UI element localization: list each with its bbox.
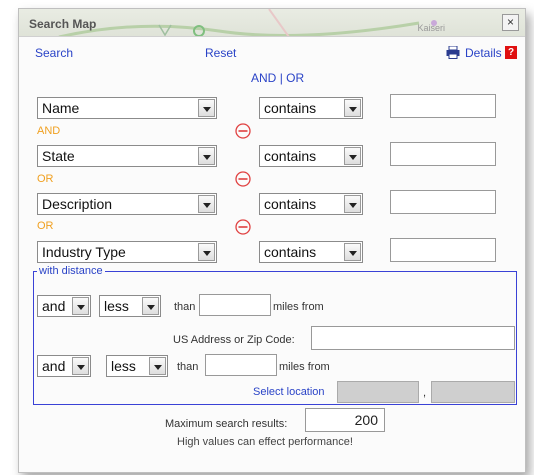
chevron-down-icon bbox=[149, 357, 166, 375]
field-select-2[interactable]: State bbox=[37, 145, 217, 167]
remove-criteria-icon[interactable] bbox=[235, 171, 251, 187]
or-toggle-link[interactable]: OR bbox=[286, 71, 304, 85]
reset-link[interactable]: Reset bbox=[205, 46, 236, 60]
remove-criteria-icon[interactable] bbox=[235, 219, 251, 235]
dialog-titlebar[interactable]: Search Map Kaiseri × bbox=[19, 9, 525, 37]
operator-select-3-value: contains bbox=[264, 196, 317, 212]
connector-label-2: AND bbox=[37, 125, 61, 137]
printer-icon[interactable] bbox=[446, 46, 460, 59]
chevron-down-icon bbox=[198, 147, 215, 165]
distance-comparison-select-1[interactable]: less bbox=[99, 295, 161, 317]
field-select-3[interactable]: Description bbox=[37, 193, 217, 215]
distance-input-2[interactable] bbox=[205, 354, 277, 376]
field-select-2-value: State bbox=[42, 148, 75, 164]
value-input-3[interactable] bbox=[390, 190, 496, 214]
dialog-title: Search Map bbox=[29, 17, 97, 31]
select-location-link[interactable]: Select location bbox=[253, 386, 325, 398]
performance-warning: High values can effect performance! bbox=[177, 436, 353, 448]
address-label: US Address or Zip Code: bbox=[173, 334, 295, 346]
search-map-dialog: Search Map Kaiseri × Search Reset Detail… bbox=[18, 8, 526, 473]
logic-toggle: AND | OR bbox=[251, 71, 304, 85]
operator-select-4[interactable]: contains bbox=[259, 241, 363, 263]
field-select-1-value: Name bbox=[42, 100, 80, 116]
value-input-1[interactable] bbox=[390, 94, 496, 118]
map-place-label: Kaiseri bbox=[417, 23, 445, 33]
search-link[interactable]: Search bbox=[35, 46, 73, 60]
chevron-down-icon bbox=[344, 99, 361, 117]
max-results-input[interactable]: 200 bbox=[305, 408, 385, 432]
connector-label-4: OR bbox=[37, 220, 54, 232]
chevron-down-icon bbox=[72, 297, 89, 315]
latitude-field bbox=[337, 381, 419, 403]
distance-input-1[interactable] bbox=[199, 294, 271, 316]
distance-comparison-select-1-value: less bbox=[104, 298, 129, 314]
field-select-1[interactable]: Name bbox=[37, 97, 217, 119]
distance-comparison-select-2-value: less bbox=[111, 358, 136, 374]
value-input-2[interactable] bbox=[390, 142, 496, 166]
and-toggle-link[interactable]: AND bbox=[251, 71, 276, 85]
address-input[interactable] bbox=[311, 326, 515, 350]
operator-select-1[interactable]: contains bbox=[259, 97, 363, 119]
distance-logic-select-1-value: and bbox=[42, 298, 66, 314]
longitude-field bbox=[431, 381, 515, 403]
than-label-2: than bbox=[177, 361, 199, 373]
chevron-down-icon bbox=[72, 357, 89, 375]
chevron-down-icon bbox=[344, 243, 361, 261]
miles-from-label-1: miles from bbox=[273, 301, 324, 313]
close-button[interactable]: × bbox=[502, 14, 519, 31]
help-icon[interactable]: ? bbox=[505, 46, 517, 59]
operator-select-2[interactable]: contains bbox=[259, 145, 363, 167]
remove-criteria-icon[interactable] bbox=[235, 123, 251, 139]
distance-logic-select-1[interactable]: and bbox=[37, 295, 91, 317]
chevron-down-icon bbox=[142, 297, 159, 315]
distance-comparison-select-2[interactable]: less bbox=[106, 355, 168, 377]
than-label-1: than bbox=[174, 301, 196, 313]
operator-select-1-value: contains bbox=[264, 100, 317, 116]
chevron-down-icon bbox=[198, 243, 215, 261]
field-select-4[interactable]: Industry Type bbox=[37, 241, 217, 263]
max-results-label: Maximum search results: bbox=[165, 418, 288, 430]
field-select-4-value: Industry Type bbox=[42, 244, 126, 260]
logic-separator: | bbox=[279, 71, 283, 85]
operator-select-3[interactable]: contains bbox=[259, 193, 363, 215]
chevron-down-icon bbox=[198, 195, 215, 213]
distance-logic-select-2-value: and bbox=[42, 358, 66, 374]
operator-select-2-value: contains bbox=[264, 148, 317, 164]
details-link[interactable]: Details bbox=[465, 46, 502, 60]
distance-logic-select-2[interactable]: and bbox=[37, 355, 91, 377]
chevron-down-icon bbox=[344, 195, 361, 213]
coordinate-separator: , bbox=[423, 387, 427, 399]
distance-legend: with distance bbox=[37, 265, 105, 277]
miles-from-label-2: miles from bbox=[279, 361, 330, 373]
chevron-down-icon bbox=[344, 147, 361, 165]
value-input-4[interactable] bbox=[390, 238, 496, 262]
connector-label-3: OR bbox=[37, 173, 54, 185]
operator-select-4-value: contains bbox=[264, 244, 317, 260]
chevron-down-icon bbox=[198, 99, 215, 117]
field-select-3-value: Description bbox=[42, 196, 113, 212]
